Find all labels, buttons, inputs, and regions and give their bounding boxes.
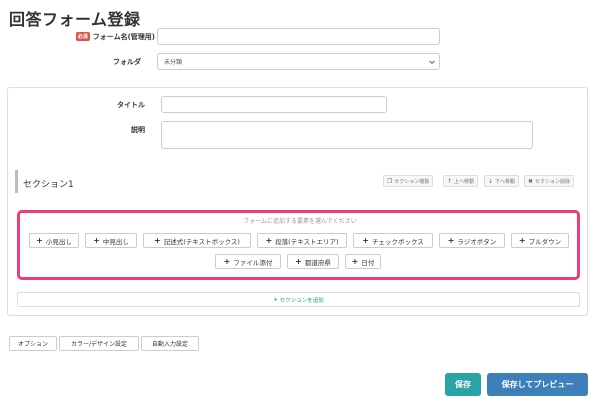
move-up-label: 上へ移動 xyxy=(454,178,475,185)
tab-options[interactable]: オプション xyxy=(9,336,57,351)
add-small-heading-label: 小見出し xyxy=(45,237,72,246)
add-textbox-button[interactable]: + 記述式(テキストボックス) xyxy=(143,233,251,248)
add-date-label: 日付 xyxy=(361,258,375,267)
chevron-down-icon xyxy=(429,57,435,64)
plus-icon: + xyxy=(351,257,359,266)
section-title: セクション1 xyxy=(23,180,74,190)
plus-icon: + xyxy=(223,257,231,266)
arrow-up-icon: ↑ xyxy=(447,177,453,185)
plus-icon: + xyxy=(273,296,278,303)
add-prefecture-label: 都道府県 xyxy=(304,258,331,267)
add-file-upload-button[interactable]: + ファイル添付 xyxy=(215,254,281,269)
add-dropdown-button[interactable]: + プルダウン xyxy=(511,233,569,248)
add-medium-heading-button[interactable]: + 中見出し xyxy=(85,233,137,248)
save-button[interactable]: 保存 xyxy=(445,373,481,396)
tab-auto-fill[interactable]: 自動入力設定 xyxy=(141,336,199,351)
form-name-input[interactable] xyxy=(157,28,440,45)
add-textbox-label: 記述式(テキストボックス) xyxy=(163,237,240,246)
add-radio-button[interactable]: + ラジオボタン xyxy=(439,233,505,248)
required-badge: 必須 xyxy=(75,32,90,41)
close-icon: ✖ xyxy=(528,177,534,185)
plus-icon: + xyxy=(447,236,455,245)
move-down-label: 下へ移動 xyxy=(495,178,516,185)
add-checkbox-label: チェックボックス xyxy=(371,237,424,246)
form-name-label: 必須 フォーム名(管理用) xyxy=(55,32,155,42)
add-file-upload-label: ファイル添付 xyxy=(233,258,273,267)
plus-icon: + xyxy=(93,236,100,245)
plus-icon: + xyxy=(362,236,369,245)
add-checkbox-button[interactable]: + チェックボックス xyxy=(353,233,433,248)
plus-icon: + xyxy=(518,236,526,245)
tab-color-design[interactable]: カラー/デザイン設定 xyxy=(59,336,139,351)
copy-icon: ❐ xyxy=(387,177,393,185)
description-textarea[interactable] xyxy=(161,121,533,149)
plus-icon: + xyxy=(295,257,302,266)
delete-section-label: セクション削除 xyxy=(535,178,571,185)
folder-select[interactable]: 未分類 xyxy=(157,53,440,70)
add-textarea-label: 段落(テキストエリア) xyxy=(275,237,339,246)
duplicate-section-button[interactable]: ❐ セクション複製 xyxy=(383,175,434,187)
title-input[interactable] xyxy=(161,96,387,113)
move-up-button[interactable]: ↑ 上へ移動 xyxy=(443,175,479,187)
add-dropdown-label: プルダウン xyxy=(528,237,562,246)
delete-section-button[interactable]: ✖ セクション削除 xyxy=(524,175,575,187)
description-label: 説明 xyxy=(131,126,145,134)
duplicate-section-label: セクション複製 xyxy=(394,178,430,185)
section-indicator xyxy=(15,170,18,193)
plus-icon: + xyxy=(36,236,43,245)
add-section-button[interactable]: + セクションを追加 xyxy=(17,292,580,307)
plus-icon: + xyxy=(154,236,161,245)
add-small-heading-button[interactable]: + 小見出し xyxy=(29,233,79,248)
plus-icon: + xyxy=(265,236,273,245)
folder-label: フォルダ xyxy=(113,58,141,66)
page-title: 回答フォーム登録 xyxy=(9,10,141,29)
save-preview-button[interactable]: 保存してプレビュー xyxy=(487,373,588,396)
add-medium-heading-label: 中見出し xyxy=(102,237,129,246)
move-down-button[interactable]: ↓ 下へ移動 xyxy=(484,175,520,187)
arrow-down-icon: ↓ xyxy=(488,177,494,185)
element-picker-hint: フォームに追加する要素を選んでください xyxy=(243,218,357,225)
folder-select-value: 未分類 xyxy=(164,59,183,66)
add-date-button[interactable]: + 日付 xyxy=(345,254,381,269)
add-section-label: セクションを追加 xyxy=(279,297,324,304)
add-radio-label: ラジオボタン xyxy=(457,237,497,246)
form-name-label-text: フォーム名(管理用) xyxy=(92,33,155,41)
title-label: タイトル xyxy=(117,101,145,109)
add-prefecture-button[interactable]: + 都道府県 xyxy=(287,254,339,269)
add-textarea-button[interactable]: + 段落(テキストエリア) xyxy=(257,233,347,248)
